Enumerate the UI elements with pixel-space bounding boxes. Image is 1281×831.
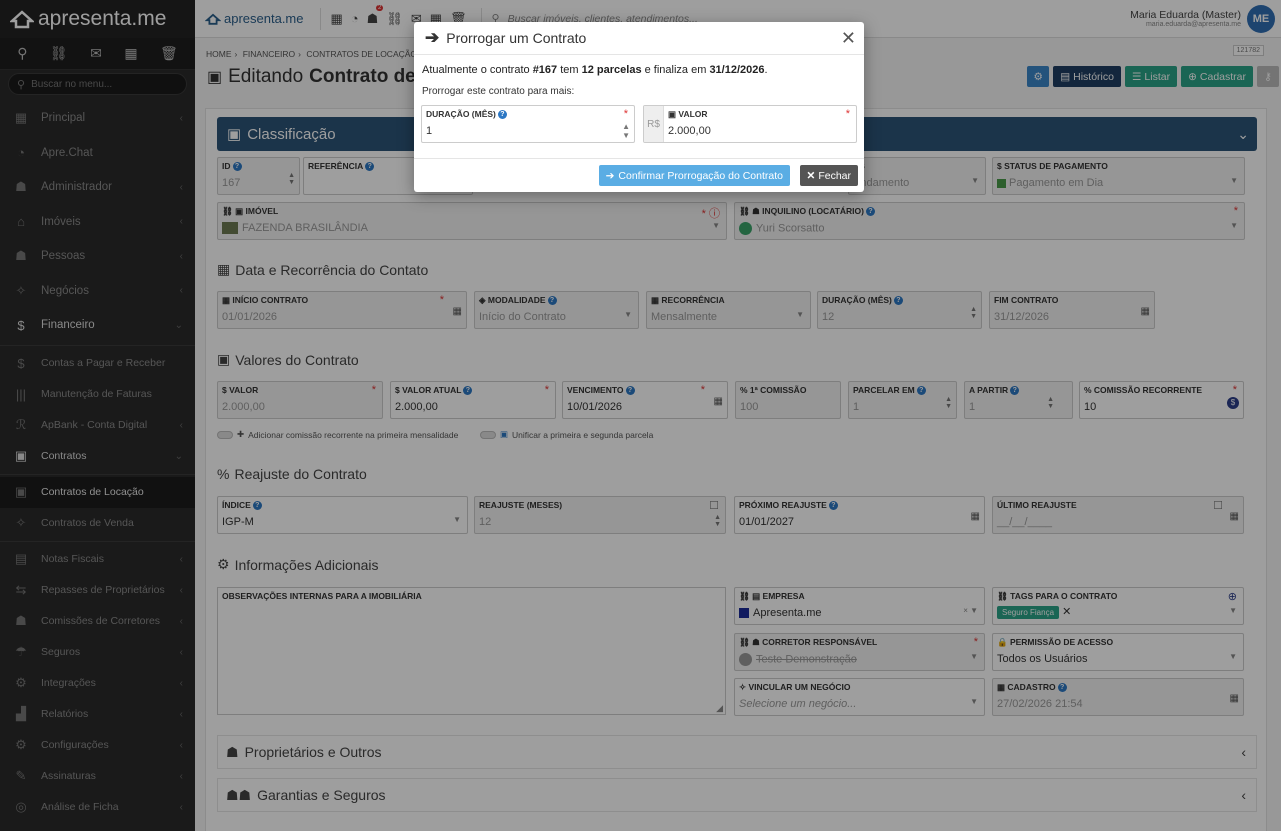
info-pre: Atualmente o contrato — [422, 64, 533, 76]
close-icon: ✕ — [806, 169, 816, 182]
info-end: . — [764, 64, 768, 76]
modal-value-label: ▣ Valor — [668, 109, 708, 119]
arrow-right-icon: ➔ — [605, 169, 615, 182]
modal-header: ➔ Prorrogar um Contrato — [414, 22, 864, 55]
arrow-right-icon: ➔ — [425, 28, 440, 47]
modal-value-label-text: Valor — [678, 109, 708, 119]
info-post: e finaliza em — [641, 64, 710, 76]
modal-subtitle: Prorrogar este contrato para mais: — [422, 86, 575, 97]
modal-info-text: Atualmente o contrato #167 tem 12 parcel… — [422, 64, 768, 76]
modal-duration-label: Duração (Mês)? — [426, 109, 507, 120]
modal-duration-field[interactable]: Duração (Mês)? * 1 ▲ ▼ — [421, 105, 635, 143]
modal-footer: ➔ Confirmar Prorrogação do Contrato ✕ Fech… — [414, 158, 864, 192]
info-mid: tem — [557, 64, 582, 76]
modal-duration-label-text: Duração (Mês) — [426, 109, 496, 119]
modal-title: Prorrogar um Contrato — [446, 30, 587, 46]
info-parcels: 12 parcelas — [581, 64, 642, 76]
app-root: apresenta.me ⚲ ⛓ ✉ ▦ 🗑 ⚲ Buscar no menu.… — [0, 0, 1281, 831]
info-date: 31/12/2026 — [709, 64, 765, 76]
currency-prefix: R$ — [644, 106, 664, 142]
close-icon[interactable]: ✕ — [841, 28, 856, 49]
stepper-icon[interactable]: ▲ ▼ — [622, 122, 630, 140]
extend-contract-modal: ➔ Prorrogar um Contrato ✕ Atualmente o c… — [414, 22, 864, 192]
required-icon: * — [845, 108, 850, 120]
info-contract: #167 — [532, 64, 558, 76]
close-button[interactable]: ✕ Fechar — [799, 165, 858, 186]
required-icon: * — [623, 108, 628, 120]
modal-body: Atualmente o contrato #167 tem 12 parcel… — [414, 55, 864, 158]
modal-value-input[interactable]: 2.000,00 — [668, 125, 711, 137]
close-label: Fechar — [818, 169, 851, 182]
confirm-label: Confirmar Prorrogação do Contrato — [618, 169, 783, 182]
modal-duration-input[interactable]: 1 — [426, 125, 432, 137]
confirm-extension-button[interactable]: ➔ Confirmar Prorrogação do Contrato — [598, 165, 790, 186]
help-icon: ? — [497, 110, 507, 120]
modal-value-field[interactable]: R$ ▣ Valor * 2.000,00 — [643, 105, 857, 143]
